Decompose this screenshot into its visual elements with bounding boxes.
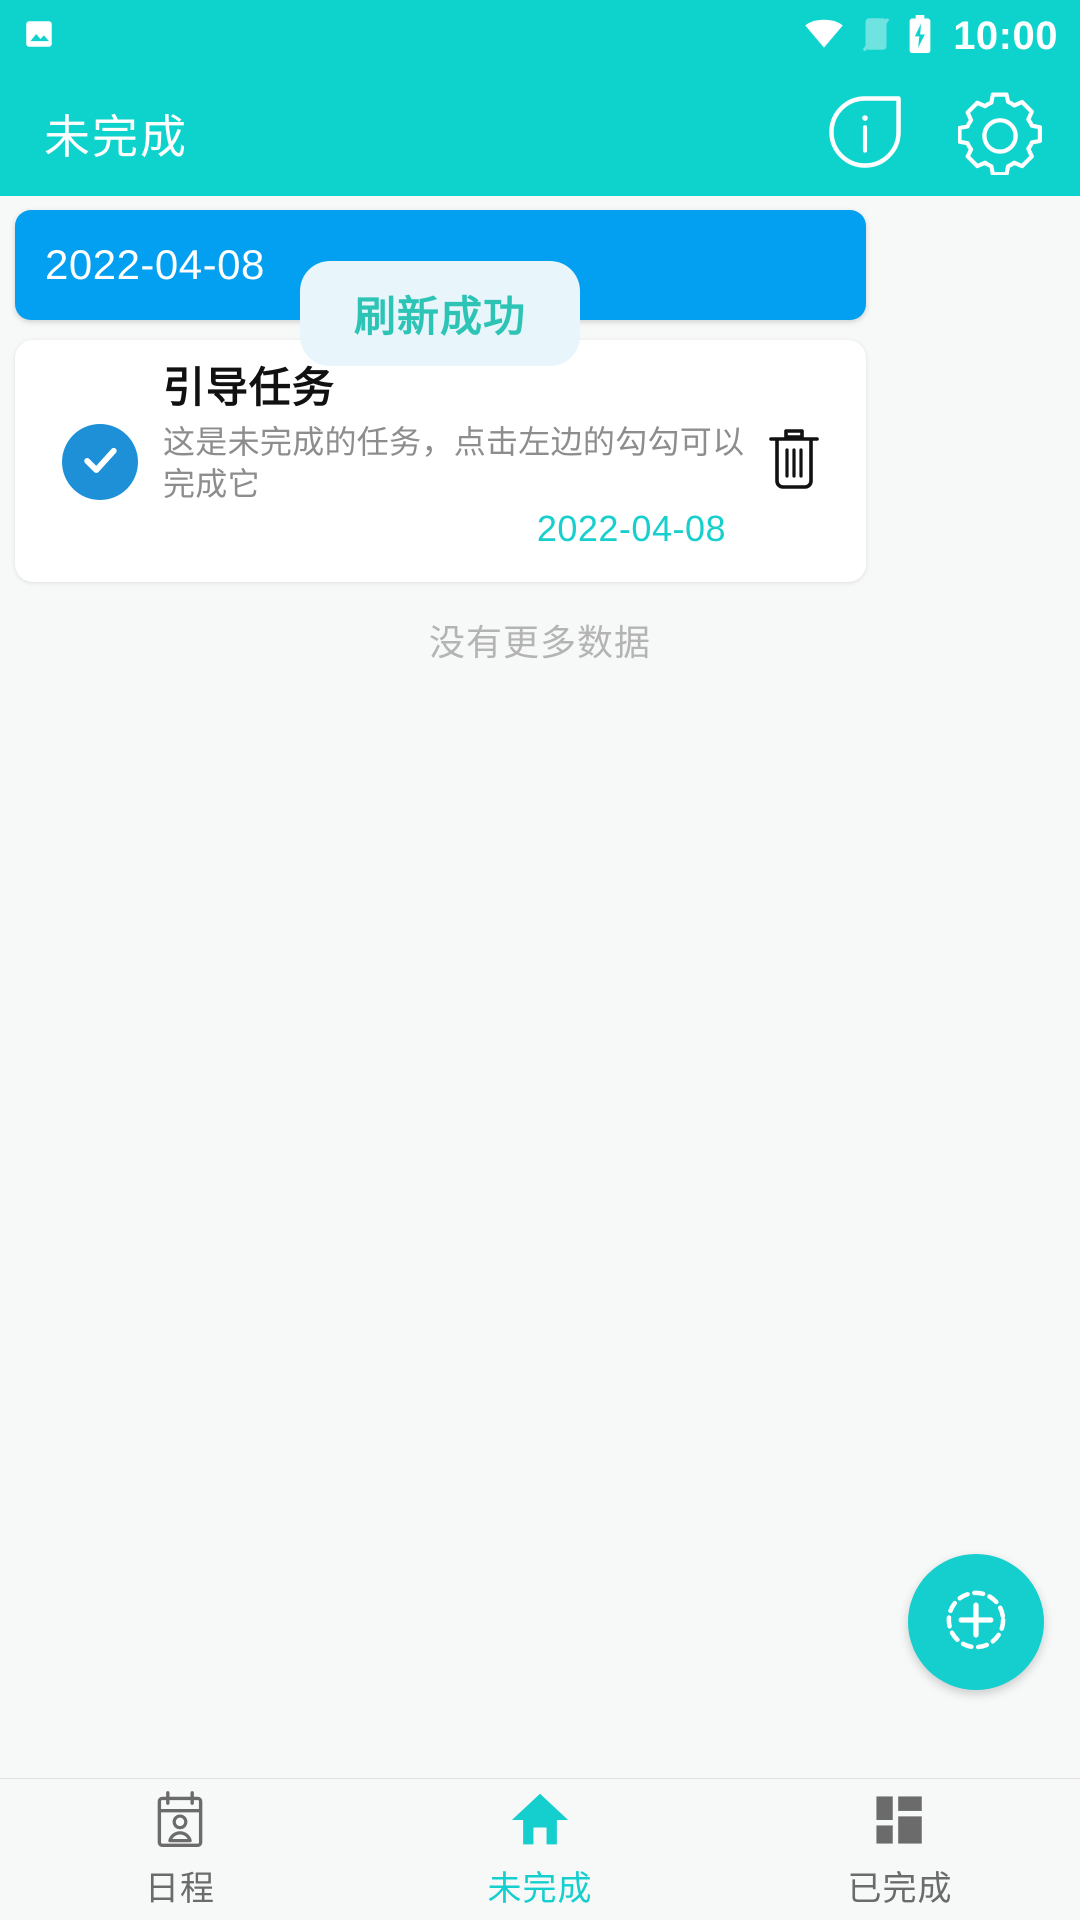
- nav-label-schedule: 日程: [145, 1870, 215, 1908]
- no-sim-icon: [861, 16, 891, 57]
- nav-item-schedule[interactable]: 日程: [0, 1779, 360, 1920]
- battery-charging-icon: [907, 14, 933, 58]
- check-icon: [78, 438, 122, 487]
- grid-icon: [872, 1789, 928, 1851]
- nav-item-finished[interactable]: 已完成: [720, 1779, 1080, 1920]
- status-bar: 10:00: [0, 0, 1080, 72]
- app-bar-actions: [824, 89, 1044, 180]
- toast-message: 刷新成功: [300, 261, 580, 366]
- task-date: 2022-04-08: [536, 508, 726, 549]
- nav-label-unfinished: 未完成: [487, 1870, 593, 1908]
- status-bar-right: 10:00: [803, 14, 1058, 59]
- list-footer-text: 没有更多数据: [428, 622, 651, 663]
- info-icon[interactable]: [824, 91, 906, 178]
- status-bar-clock: 10:00: [953, 13, 1058, 58]
- date-section-label: 2022-04-08: [45, 241, 265, 288]
- app-bar: 未完成: [0, 72, 1080, 196]
- home-icon: [509, 1789, 571, 1851]
- gear-icon[interactable]: [957, 89, 1044, 180]
- page-title: 未完成: [44, 111, 188, 163]
- task-complete-checkbox[interactable]: [62, 424, 138, 500]
- wifi-icon: [803, 17, 845, 56]
- task-description: 这是未完成的任务，点击左边的勾勾可以完成它: [163, 424, 745, 503]
- photo-icon: [22, 17, 56, 56]
- nav-label-finished: 已完成: [847, 1870, 953, 1908]
- task-card[interactable]: 引导任务 这是未完成的任务，点击左边的勾勾可以完成它 2022-04-08: [15, 340, 866, 582]
- calendar-person-icon: [151, 1789, 209, 1851]
- bottom-navigation: 日程 未完成 已完成: [0, 1778, 1080, 1920]
- add-circle-dashed-icon: [941, 1585, 1011, 1660]
- task-text-block: 引导任务 这是未完成的任务，点击左边的勾勾可以完成它: [163, 362, 746, 506]
- trash-icon: [764, 424, 824, 501]
- status-bar-left: [22, 17, 56, 56]
- add-task-fab[interactable]: [908, 1554, 1044, 1690]
- task-title: 引导任务: [163, 364, 336, 411]
- main-content: 2022-04-08 刷新成功 引导任务 这是未完成的任务，点击左边的勾勾可以完…: [0, 196, 1080, 1778]
- delete-task-button[interactable]: [754, 422, 834, 502]
- toast-text: 刷新成功: [353, 293, 526, 340]
- nav-item-unfinished[interactable]: 未完成: [360, 1779, 720, 1920]
